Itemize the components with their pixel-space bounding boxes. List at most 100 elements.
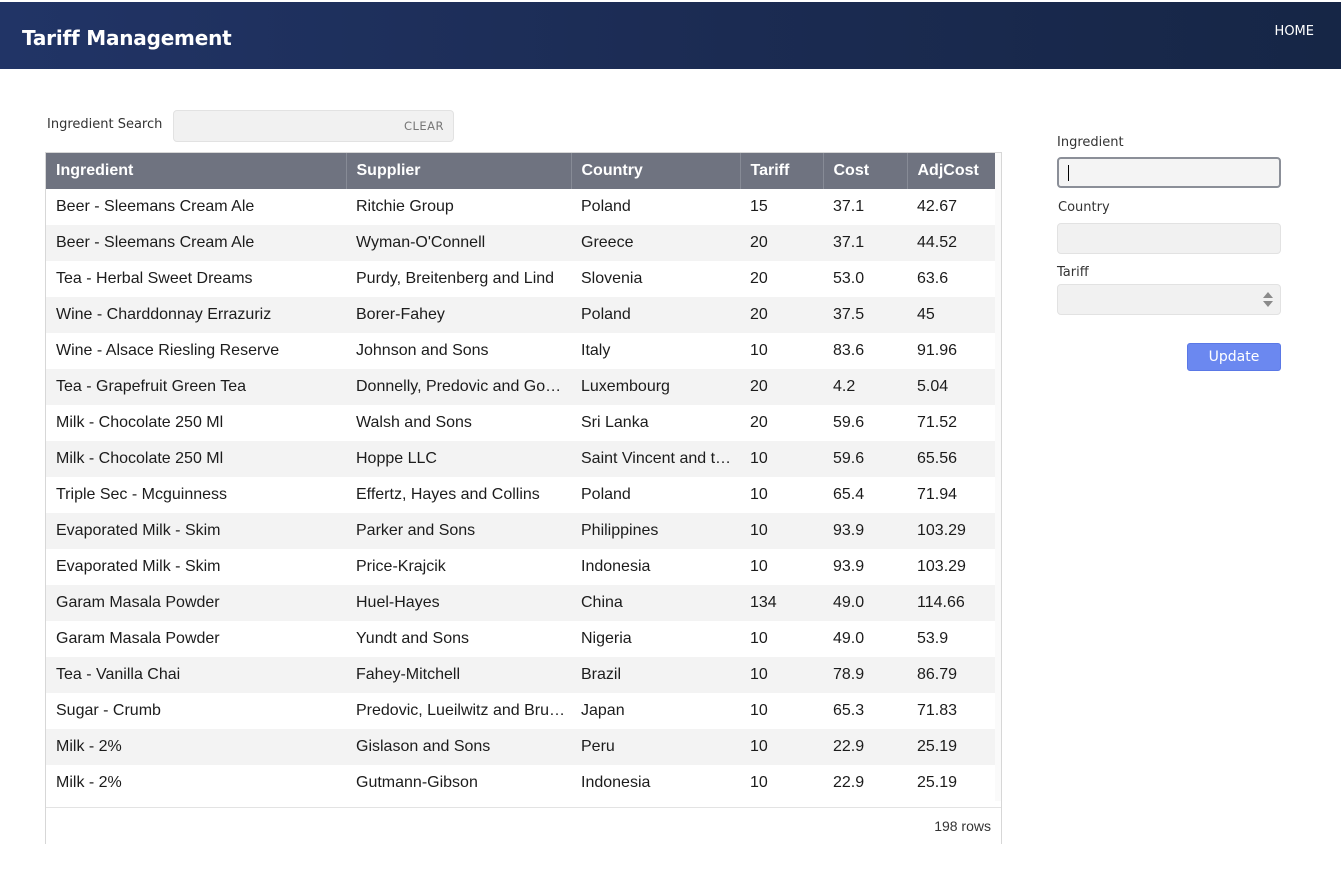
- cell-cost: 22.9: [833, 774, 865, 791]
- cell-country: Indonesia: [581, 558, 651, 575]
- cell-ingredient: Milk - 2%: [56, 738, 122, 755]
- table-row[interactable]: Tea - Grapefruit Green Tea Donnelly, Pred…: [46, 369, 995, 405]
- decrement-arrow-icon[interactable]: [1263, 301, 1273, 307]
- cell-tariff: 134: [750, 594, 777, 611]
- cell-country: Slovenia: [581, 270, 643, 287]
- clear-search-button[interactable]: CLEAR: [404, 119, 444, 133]
- cell-country: Greece: [581, 234, 634, 251]
- cell-cost: 59.6: [833, 450, 865, 467]
- cell-ingredient: Tea - Vanilla Chai: [56, 666, 181, 683]
- table-row[interactable]: Beer - Sleemans Cream Ale Ritchie Group Po…: [46, 189, 995, 225]
- cell-cost: 37.5: [833, 306, 865, 323]
- cell-adjcost: 25.19: [917, 738, 958, 755]
- tariff-field-label: Tariff: [1057, 265, 1089, 280]
- ingredient-search-box: CLEAR: [173, 110, 454, 142]
- cell-supplier: Purdy, Breitenberg and Lind: [356, 270, 555, 287]
- cell-supplier: Gutmann-Gibson: [356, 774, 478, 791]
- table-row[interactable]: Tea - Herbal Sweet Dreams Purdy, Breitenb…: [46, 261, 995, 297]
- cell-tariff: 15: [750, 198, 768, 215]
- grid-footer: 198 rows: [46, 807, 1001, 844]
- cell-cost: 49.0: [833, 630, 865, 647]
- cell-adjcost: 5.04: [917, 378, 949, 395]
- cell-adjcost: 44.52: [917, 234, 958, 251]
- table-row[interactable]: Milk - 2% Gutmann-Gibson Indonesia 10 22.9 25…: [46, 765, 995, 801]
- cell-supplier: Wyman-O'Connell: [356, 234, 486, 251]
- cell-supplier: Ritchie Group: [356, 198, 454, 215]
- column-header-cost[interactable]: Cost: [823, 153, 908, 189]
- cell-supplier: Huel-Hayes: [356, 594, 440, 611]
- cell-country: Nigeria: [581, 630, 632, 647]
- cell-adjcost: 65.56: [917, 450, 958, 467]
- cell-tariff: 10: [750, 630, 768, 647]
- tariff-data-grid: Ingredient Supplier Country Tariff Cost …: [45, 152, 1002, 844]
- increment-arrow-icon[interactable]: [1263, 292, 1273, 298]
- cell-adjcost: 53.9: [917, 630, 949, 647]
- cell-ingredient: Beer - Sleemans Cream Ale: [56, 234, 255, 251]
- column-header-country[interactable]: Country: [571, 153, 741, 189]
- cell-cost: 65.3: [833, 702, 865, 719]
- table-row[interactable]: Beer - Sleemans Cream Ale Wyman-O'Connell…: [46, 225, 995, 261]
- table-row[interactable]: Wine - Alsace Riesling Reserve Johnson an…: [46, 333, 995, 369]
- cell-adjcost: 42.67: [917, 198, 958, 215]
- table-row[interactable]: Milk - Chocolate 250 Ml Hoppe LLC Saint Vi…: [46, 441, 995, 477]
- country-field[interactable]: [1058, 224, 1280, 253]
- cell-country: Brazil: [581, 666, 622, 683]
- cell-country: Poland: [581, 306, 631, 323]
- cell-tariff: 20: [750, 270, 768, 287]
- cell-ingredient: Wine - Alsace Riesling Reserve: [56, 342, 280, 359]
- cell-adjcost: 25.19: [917, 774, 958, 791]
- table-row[interactable]: Garam Masala Powder Huel-Hayes China 134 49.…: [46, 585, 995, 621]
- cell-country: Sri Lanka: [581, 414, 649, 431]
- tariff-table: Ingredient Supplier Country Tariff Cost …: [46, 153, 995, 801]
- table-row[interactable]: Evaporated Milk - Skim Parker and Sons Phi…: [46, 513, 995, 549]
- grid-scrollbar[interactable]: [995, 153, 1001, 801]
- cell-tariff: 20: [750, 414, 768, 431]
- cell-adjcost: 71.83: [917, 702, 958, 719]
- cell-adjcost: 103.29: [917, 558, 966, 575]
- ingredient-field-box: [1057, 157, 1281, 188]
- table-row[interactable]: Wine - Charddonnay Errazuriz Borer-Fahey P…: [46, 297, 995, 333]
- column-header-ingredient[interactable]: Ingredient: [46, 153, 347, 189]
- cell-supplier: Gislason and Sons: [356, 738, 491, 755]
- cell-supplier: Johnson and Sons: [356, 342, 489, 359]
- cell-ingredient: Evaporated Milk - Skim: [56, 522, 221, 539]
- table-body: Beer - Sleemans Cream Ale Ritchie Group Po…: [46, 189, 995, 801]
- cell-ingredient: Beer - Sleemans Cream Ale: [56, 198, 255, 215]
- cell-country: Peru: [581, 738, 615, 755]
- table-row[interactable]: Milk - 2% Gislason and Sons Peru 10 22.9 25.1…: [46, 729, 995, 765]
- cell-tariff: 10: [750, 342, 768, 359]
- cell-country: Luxembourg: [581, 378, 670, 395]
- column-header-adjcost[interactable]: AdjCost: [907, 153, 995, 189]
- cell-adjcost: 103.29: [917, 522, 966, 539]
- grid-body[interactable]: Ingredient Supplier Country Tariff Cost …: [46, 153, 995, 801]
- cell-supplier: Borer-Fahey: [356, 306, 445, 323]
- cell-adjcost: 91.96: [917, 342, 958, 359]
- table-row[interactable]: Garam Masala Powder Yundt and Sons Nigeria…: [46, 621, 995, 657]
- update-button[interactable]: Update: [1187, 343, 1281, 371]
- column-header-supplier[interactable]: Supplier: [346, 153, 572, 189]
- ingredient-search-input[interactable]: [174, 111, 394, 141]
- ingredient-field[interactable]: [1059, 159, 1279, 186]
- cell-tariff: 10: [750, 486, 768, 503]
- table-row[interactable]: Milk - Chocolate 250 Ml Walsh and Sons Sri…: [46, 405, 995, 441]
- tariff-field[interactable]: [1058, 285, 1280, 314]
- cell-supplier: Fahey-Mitchell: [356, 666, 461, 683]
- cell-supplier: Parker and Sons: [356, 522, 476, 539]
- cell-country: Saint Vincent and t…: [581, 450, 732, 467]
- ingredient-search-label: Ingredient Search: [47, 117, 163, 132]
- cell-country: Italy: [581, 342, 611, 359]
- table-row[interactable]: Sugar - Crumb Predovic, Lueilwitz and Bru…: [46, 693, 995, 729]
- cell-supplier: Yundt and Sons: [356, 630, 469, 647]
- column-header-tariff[interactable]: Tariff: [740, 153, 824, 189]
- cell-country: China: [581, 594, 623, 611]
- cell-supplier: Walsh and Sons: [356, 414, 472, 431]
- tariff-stepper[interactable]: [1263, 292, 1273, 309]
- home-link[interactable]: HOME: [1275, 24, 1314, 39]
- table-row[interactable]: Triple Sec - Mcguinness Effertz, Hayes an…: [46, 477, 995, 513]
- table-row[interactable]: Tea - Vanilla Chai Fahey-Mitchell Brazil 10…: [46, 657, 995, 693]
- cell-cost: 93.9: [833, 558, 865, 575]
- cell-adjcost: 86.79: [917, 666, 958, 683]
- table-header-row: Ingredient Supplier Country Tariff Cost …: [46, 153, 995, 189]
- cell-cost: 22.9: [833, 738, 865, 755]
- table-row[interactable]: Evaporated Milk - Skim Price-Krajcik Indon…: [46, 549, 995, 585]
